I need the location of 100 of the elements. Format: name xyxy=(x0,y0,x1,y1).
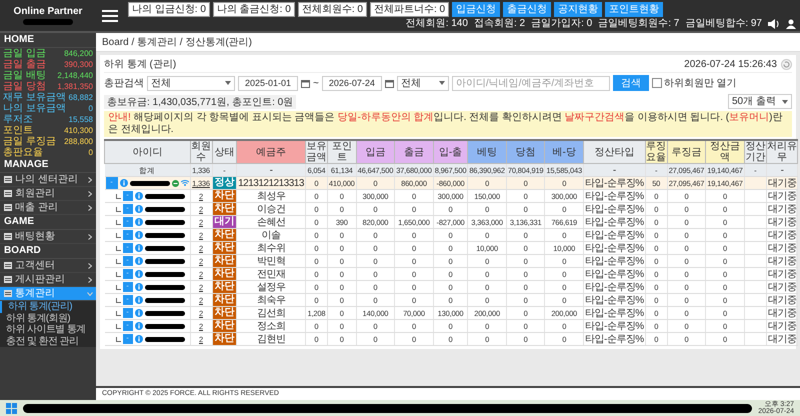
redaction-mark xyxy=(144,206,184,212)
summary-value: 68,882 xyxy=(68,92,93,103)
status-badge: 차단 xyxy=(212,307,236,319)
summary-label: 포인트 xyxy=(3,125,33,136)
list-icon xyxy=(4,276,12,283)
nav-item[interactable]: 고객센터 xyxy=(0,259,96,273)
info-icon[interactable] xyxy=(120,179,128,187)
speaker-icon[interactable] xyxy=(768,18,780,28)
info-icon[interactable] xyxy=(134,270,142,278)
status-badge: 차단 xyxy=(212,190,236,202)
quick-button[interactable]: 나의 출금신청: 0 xyxy=(212,2,295,17)
status-badge: 차단 xyxy=(212,294,236,306)
info-icon[interactable] xyxy=(134,231,142,239)
redaction-mark xyxy=(130,180,170,186)
chevron-icon xyxy=(88,204,92,210)
tree-branch-icon xyxy=(116,272,120,276)
table-cell: 타입-순루징% xyxy=(583,228,646,242)
tree-branch-icon xyxy=(116,258,120,264)
table-cell: 대기중 xyxy=(766,332,798,346)
column-header: 포인트 xyxy=(327,140,356,164)
calendar-icon[interactable] xyxy=(301,78,310,88)
info-icon[interactable] xyxy=(134,322,142,330)
nav-item[interactable]: 매출 관리 xyxy=(0,201,96,215)
totals-text: 총보유금: 1,430,035,771원, 총포인트: 0원 xyxy=(104,94,296,108)
quick-button[interactable]: 나의 입금신청: 0 xyxy=(128,2,210,17)
summary-value: 0 xyxy=(88,103,93,114)
section-title: BOARD xyxy=(0,244,96,259)
quick-button[interactable]: 전체파트너수: 0 xyxy=(370,2,450,17)
summary-value: 410,300 xyxy=(64,125,93,136)
date-field[interactable]: 2026-07-24 xyxy=(322,76,382,90)
date-field[interactable]: 2025-01-01 xyxy=(238,76,298,90)
info-icon[interactable] xyxy=(134,244,142,252)
info-icon[interactable] xyxy=(134,335,142,343)
column-header: 상태 xyxy=(212,140,237,164)
info-icon[interactable] xyxy=(134,309,142,317)
list-icon xyxy=(4,233,12,240)
list-icon xyxy=(4,190,12,197)
select-field[interactable]: 전체 xyxy=(396,76,449,90)
submenu-item[interactable]: 하위 사이트별 통계 xyxy=(0,324,96,336)
info-icon[interactable] xyxy=(134,257,142,265)
submenu-item[interactable]: 하위 통계(회원) xyxy=(0,312,96,324)
tree-branch-icon xyxy=(116,220,120,224)
user-icon[interactable] xyxy=(786,18,796,28)
summary-value: 2,148,440 xyxy=(57,70,93,81)
header-stat: 금일베팅합수: 97 xyxy=(685,18,762,29)
list-icon xyxy=(4,290,12,297)
table-cell: 타입-순루징% xyxy=(583,280,646,294)
submenu-item[interactable]: 하위 통계(관리) xyxy=(0,301,96,312)
table-cell: 대기중 xyxy=(766,242,798,254)
table-cell: 대기중 xyxy=(766,320,798,332)
logo-text: Online Partner xyxy=(14,6,82,17)
range-separator: ~ xyxy=(313,78,319,88)
info-icon[interactable] xyxy=(134,218,142,226)
quick-button[interactable]: 전체회원수: 0 xyxy=(298,2,367,17)
table-cell: 타입-순루징% xyxy=(583,190,646,202)
section-title: MANAGE xyxy=(0,158,96,173)
header-stat: 접속회원: 2 xyxy=(474,18,526,29)
column-header: 루징금 xyxy=(667,140,706,164)
table-cell: 김선희 xyxy=(236,306,306,320)
table-cell: 대기중 xyxy=(766,190,798,202)
windows-logo-icon[interactable] xyxy=(6,402,17,414)
column-header: 회원수 xyxy=(190,140,212,164)
tree-branch-icon xyxy=(116,298,120,302)
checkbox[interactable]: 하위회원만 열기 xyxy=(652,76,737,90)
info-icon[interactable] xyxy=(134,192,142,200)
status-badge: 차단 xyxy=(212,255,236,267)
calendar-icon[interactable] xyxy=(384,78,394,88)
list-icon xyxy=(4,262,12,269)
status-badge: 정상 xyxy=(212,177,236,189)
table-cell: 대기중 xyxy=(766,202,798,216)
column-header: 베-당 xyxy=(544,140,584,164)
nav-item[interactable]: 나의 센터관리 xyxy=(0,173,96,187)
search-field[interactable]: 아이디/닉네임/예금주/계좌번호 xyxy=(452,76,610,90)
table-cell: 대기중 xyxy=(766,254,798,268)
tree-branch-icon xyxy=(116,336,120,342)
refresh-icon[interactable] xyxy=(781,58,792,70)
tree-branch-icon xyxy=(116,194,120,198)
nav-item[interactable]: 회원관리 xyxy=(0,187,96,201)
redaction-mark xyxy=(144,258,184,264)
redaction-mark xyxy=(144,246,184,250)
redaction-mark xyxy=(144,310,184,316)
redaction-mark xyxy=(144,272,184,276)
nav-item[interactable]: 배팅현황 xyxy=(0,230,96,244)
summary-label: 금일 입금 xyxy=(3,48,46,59)
status-badge: 차단 xyxy=(212,268,236,280)
table-cell: 타입-순루징% xyxy=(583,332,646,346)
menu-icon[interactable] xyxy=(102,10,118,22)
select-field[interactable]: 전체 xyxy=(147,76,235,90)
redaction-mark xyxy=(144,336,184,342)
page-size-select[interactable]: 50개 출력 xyxy=(728,94,792,109)
header-stat: 전체회원: 140 xyxy=(406,18,468,29)
tree-branch-icon xyxy=(116,232,120,238)
caret-icon xyxy=(782,100,788,104)
tree-branch-icon xyxy=(116,284,120,290)
redaction-mark xyxy=(144,220,184,224)
info-icon[interactable] xyxy=(134,283,142,291)
submenu-item[interactable]: 충전 및 환전 관리 xyxy=(0,336,96,347)
table-cell: 대기중 xyxy=(766,306,798,320)
info-icon[interactable] xyxy=(134,296,142,304)
info-icon[interactable] xyxy=(134,205,142,213)
